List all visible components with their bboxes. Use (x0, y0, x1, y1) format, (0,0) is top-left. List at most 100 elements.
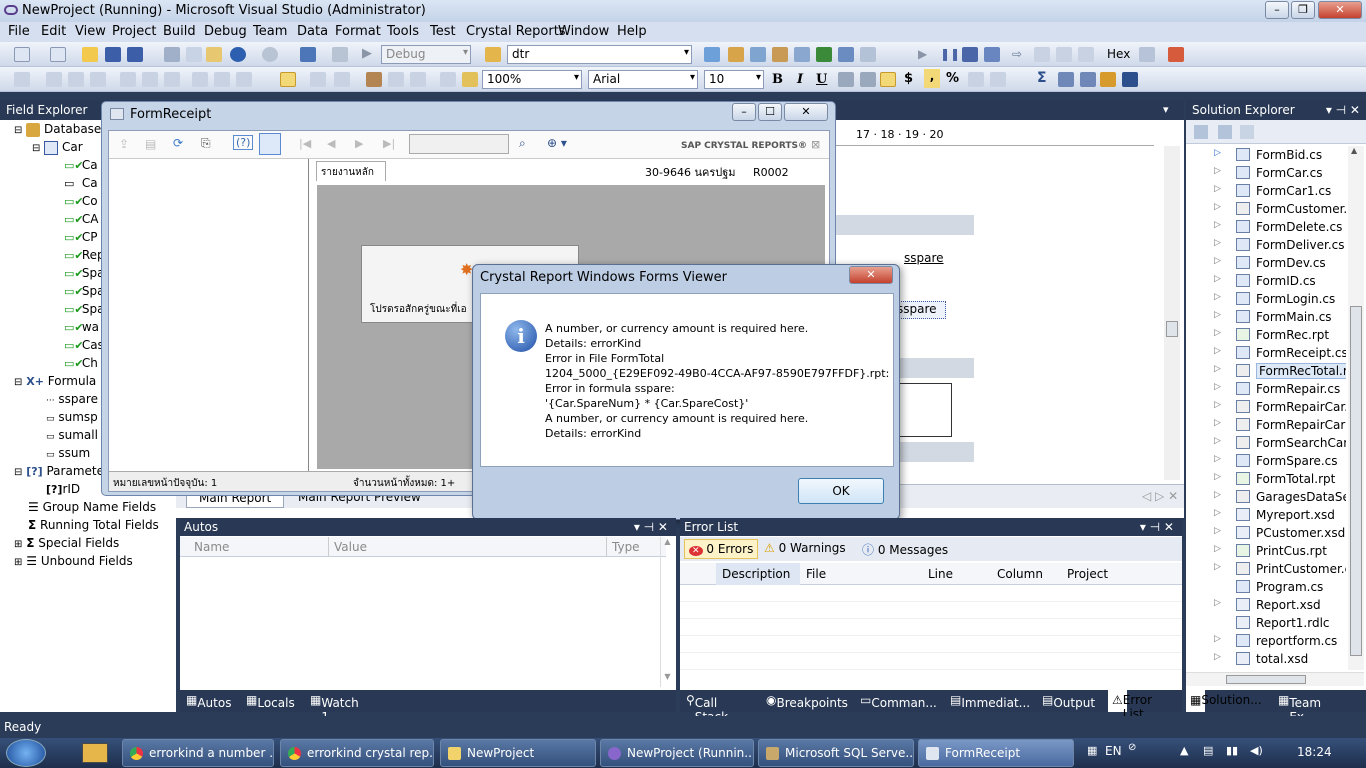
errors-filter-button[interactable]: ✕ 0 Errors (684, 539, 759, 559)
step-out-icon[interactable] (1078, 47, 1094, 62)
tools-icon[interactable] (794, 47, 810, 62)
field-item[interactable]: ▭ Ca (64, 176, 98, 191)
tray-expand-icon[interactable]: ▲ (1180, 744, 1188, 757)
toolbox-icon[interactable] (772, 47, 788, 62)
find-in-files-icon[interactable] (485, 47, 501, 62)
formula-item[interactable]: ▭ sumall (46, 428, 98, 442)
tab-nav-icon[interactable]: ◁ ▷ ✕ (1142, 489, 1178, 503)
menu-crystal-reports[interactable]: Crystal Reports (466, 24, 566, 39)
menu-build[interactable]: Build (163, 24, 196, 39)
media-player-icon[interactable] (82, 743, 108, 763)
autos-pane-controls[interactable]: ▾ ⊣ ✕ (634, 520, 668, 534)
taskbar-item-chrome-2[interactable]: errorkind crystal rep... (280, 739, 434, 767)
copy-report-icon[interactable]: ⎘ (201, 136, 211, 151)
viewer-tab-main[interactable]: รายงานหลัก (316, 161, 386, 181)
solution-file-item[interactable]: ▷ Report.xsd (1186, 596, 1346, 614)
increase-decimals-icon[interactable] (968, 72, 984, 87)
tray-device-icon[interactable]: ▤ (1203, 744, 1213, 757)
col-line[interactable]: Line (928, 567, 953, 581)
expand-arrow-icon[interactable]: ▷ (1214, 328, 1221, 338)
col-name[interactable]: Name (194, 540, 229, 554)
export-report-icon[interactable]: ⇪ (119, 137, 129, 151)
expand-arrow-icon[interactable]: ▷ (1214, 490, 1221, 500)
taskbar-item-folder[interactable]: NewProject (440, 739, 596, 767)
expand-arrow-icon[interactable]: ▷ (1214, 418, 1221, 428)
solution-file-item[interactable]: ▷ FormRepair.cs (1186, 380, 1346, 398)
expand-arrow-icon[interactable]: ▷ (1214, 382, 1221, 392)
tab-command[interactable]: ▭ Comman... (860, 693, 937, 710)
expand-arrow-icon[interactable]: ▷ (1214, 598, 1221, 608)
solution-file-item[interactable]: ▷ FormDeliver.cs (1186, 236, 1346, 254)
start-debug-icon[interactable]: ▶ (362, 47, 378, 62)
navigate-forward-icon[interactable] (332, 47, 348, 62)
menu-window[interactable]: Window (558, 24, 609, 39)
restart-icon[interactable] (984, 47, 1000, 62)
section-expert-icon[interactable] (440, 72, 456, 87)
language-indicator[interactable]: EN (1105, 744, 1122, 758)
continue-icon[interactable]: ▶ (918, 47, 934, 62)
hex-toggle[interactable]: Hex (1107, 47, 1130, 61)
field-item[interactable]: ▭✔ Cas (64, 338, 104, 353)
language-help-icon[interactable]: ⊘ (1128, 742, 1136, 753)
thousands-separator-button[interactable]: , (924, 69, 940, 88)
insert-bar-chart-icon[interactable] (1100, 72, 1116, 87)
italic-button[interactable]: I (797, 72, 803, 87)
menu-tools[interactable]: Tools (387, 24, 419, 39)
align-grid-icon[interactable] (14, 72, 30, 87)
insert-crosstab-icon[interactable] (1080, 72, 1096, 87)
prev-page-icon[interactable]: ◀ (327, 137, 335, 150)
solution-pane-controls[interactable]: ▾ ⊣ ✕ (1326, 103, 1360, 117)
formula-workshop-icon[interactable] (410, 72, 426, 87)
print-icon[interactable]: ▤ (145, 137, 156, 151)
designer-scrollbar[interactable] (1164, 146, 1180, 480)
zoom-icon[interactable]: ⊕ ▾ (547, 136, 567, 150)
error-list-pane-controls[interactable]: ▾ ⊣ ✕ (1140, 520, 1174, 534)
format-painter-icon[interactable] (462, 72, 478, 87)
solution-file-item[interactable]: ▷ FormDev.cs (1186, 254, 1346, 272)
tab-call-stack[interactable]: ⚲ Call Stack (686, 693, 728, 724)
tree-table-car[interactable]: ⊟ Car (32, 140, 83, 155)
show-all-files-icon[interactable] (1218, 125, 1232, 139)
menu-help[interactable]: Help (617, 24, 647, 39)
layout-icon[interactable] (838, 47, 854, 62)
solution-file-item[interactable]: ▷ FormMain.cs (1186, 308, 1346, 326)
clock[interactable]: 18:24 (1297, 745, 1332, 759)
paste-icon[interactable] (206, 47, 222, 62)
expand-arrow-icon[interactable]: ▷ (1214, 634, 1221, 644)
align-centers-icon[interactable] (68, 72, 84, 87)
find-combo[interactable]: dtr (507, 45, 692, 64)
solution-file-item[interactable]: ▷ PrintCustomer.c (1186, 560, 1346, 578)
align-center-icon[interactable] (860, 72, 876, 87)
expand-arrow-icon[interactable]: ▷ (1214, 292, 1221, 302)
solution-file-item[interactable]: ▷ FormTotal.rpt (1186, 470, 1346, 488)
align-rights-icon[interactable] (90, 72, 106, 87)
autos-scrollbar[interactable]: ▲ ▼ (660, 537, 674, 687)
solution-file-item[interactable]: ▷ GaragesDataSet.: (1186, 488, 1346, 506)
solution-file-item[interactable]: ▷ FormID.cs (1186, 272, 1346, 290)
stop-debug-icon[interactable] (962, 47, 978, 62)
align-right-icon[interactable] (880, 72, 896, 87)
restore-button[interactable]: ❐ (1291, 1, 1315, 19)
refresh-icon[interactable]: ⟳ (173, 136, 183, 150)
parameter-item[interactable]: [?]rID (46, 482, 80, 496)
formula-item[interactable]: ··· sspare (46, 392, 98, 406)
solution-file-item[interactable]: Report1.rdlc (1186, 614, 1346, 632)
expand-arrow-icon[interactable]: ▷ (1214, 220, 1221, 230)
field-item[interactable]: ▭✔ Spa (64, 284, 104, 299)
output-window-icon[interactable] (1168, 47, 1184, 62)
refresh-solution-icon[interactable] (1240, 125, 1254, 139)
group-tree-pane[interactable] (109, 159, 309, 471)
solution-file-item[interactable]: ▷ FormRecTotal.rp (1186, 362, 1346, 380)
solution-file-item[interactable]: Program.cs (1186, 578, 1346, 596)
ok-button[interactable]: OK (798, 478, 884, 504)
insert-chart-icon[interactable] (1058, 72, 1074, 87)
solution-file-item[interactable]: ▷ FormSpare.cs (1186, 452, 1346, 470)
tree-special-fields[interactable]: ⊞ Σ Special Fields (14, 536, 119, 550)
solution-scrollbar[interactable]: ▲ (1348, 146, 1364, 670)
expand-arrow-icon[interactable]: ▷ (1214, 562, 1221, 572)
taskbar-item-formreceipt[interactable]: FormReceipt (918, 739, 1074, 767)
col-file[interactable]: File (806, 567, 826, 581)
expand-arrow-icon[interactable]: ▷ (1214, 526, 1221, 536)
col-type[interactable]: Type (612, 540, 640, 554)
expand-arrow-icon[interactable]: ▷ (1214, 472, 1221, 482)
